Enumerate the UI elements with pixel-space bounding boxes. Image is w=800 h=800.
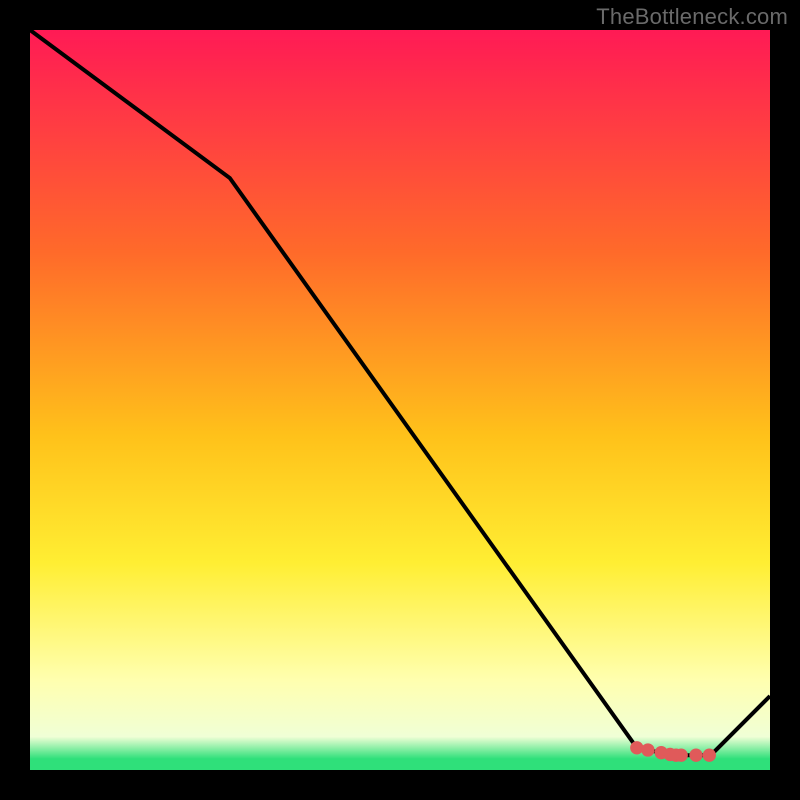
optimal-marker-dot <box>703 749 716 762</box>
plot-area <box>30 30 770 770</box>
chart-frame: TheBottleneck.com <box>0 0 800 800</box>
watermark-text: TheBottleneck.com <box>596 4 788 30</box>
bottleneck-curve <box>30 30 770 755</box>
optimal-marker-dot <box>675 749 688 762</box>
optimal-marker-dot <box>689 749 702 762</box>
optimal-marker-dot <box>641 743 654 756</box>
optimal-marker-dot <box>630 741 643 754</box>
optimal-markers <box>630 741 716 762</box>
chart-svg <box>30 30 770 770</box>
